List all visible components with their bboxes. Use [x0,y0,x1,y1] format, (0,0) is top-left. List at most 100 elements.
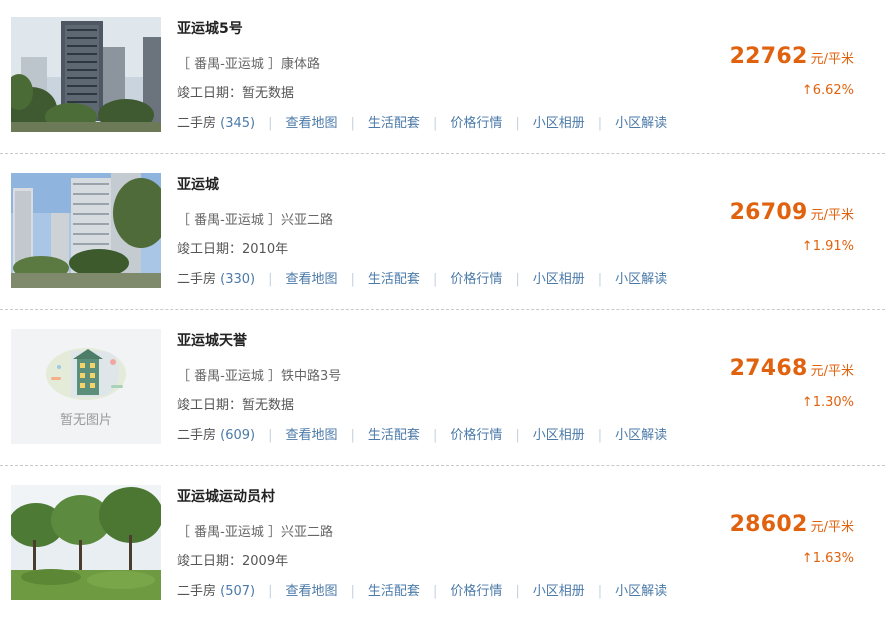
community-address: ［ 番禺-亚运城 ］康体路 [177,57,320,72]
price-unit: 元/平米 [810,520,854,535]
unit-price: 22762 元/平米 [730,44,854,69]
life-facilities-link[interactable]: 生活配套 [368,116,420,131]
secondhand-link[interactable]: 二手房 (609) [177,428,255,443]
community-links: 二手房 (609) | 查看地图 | 生活配套 | 价格行情 | 小区相册 | 小区解读 [177,424,667,443]
listing-photo[interactable]: 暂无图片 [11,329,161,444]
price-change: ↑6.62% [801,83,854,98]
price-trend-link[interactable]: 价格行情 [450,428,502,443]
link-separator: | [432,584,438,599]
link-separator: | [268,584,273,599]
price-change: ↑1.30% [801,395,854,410]
secondhand-count: (330) [220,272,256,287]
completion-date: 竣工日期：暂无数据 [177,398,295,413]
link-separator: | [268,116,273,131]
price-unit: 元/平米 [810,364,854,379]
link-separator: | [268,272,273,287]
secondhand-label: 二手房 [177,116,217,131]
listing-photo[interactable] [11,485,161,600]
completion-date: 竣工日期：暂无数据 [177,86,295,101]
link-separator: | [432,116,438,131]
price-value: 26709 [729,200,808,225]
community-links: 二手房 (345) | 查看地图 | 生活配套 | 价格行情 | 小区相册 | 小区解读 [177,112,667,131]
album-link[interactable]: 小区相册 [533,272,585,287]
album-link[interactable]: 小区相册 [533,116,585,131]
listing-row: 亚运城5号 ［ 番禺-亚运城 ］康体路 竣工日期：暂无数据 二手房 (345) |… [0,0,885,156]
analysis-link[interactable]: 小区解读 [615,584,667,599]
life-facilities-link[interactable]: 生活配套 [368,428,420,443]
listing-row: 亚运城运动员村 ［ 番禺-亚运城 ］兴亚二路 竣工日期：2009年 二手房 (5… [0,468,885,624]
price-trend-link[interactable]: 价格行情 [450,272,502,287]
link-separator: | [597,584,603,599]
price-change: ↑1.63% [801,551,854,566]
price-unit: 元/平米 [810,208,854,223]
price-value: 28602 [729,512,808,537]
view-map-link[interactable]: 查看地图 [286,272,338,287]
link-separator: | [350,116,355,131]
unit-price: 28602 元/平米 [730,512,854,537]
unit-price: 27468 元/平米 [730,356,854,381]
price-value: 22762 [729,44,808,69]
listing-photo[interactable] [11,17,161,132]
analysis-link[interactable]: 小区解读 [615,272,667,287]
link-separator: | [515,428,520,443]
unit-price: 26709 元/平米 [730,200,854,225]
secondhand-count: (507) [220,584,256,599]
row-divider [0,465,885,466]
album-link[interactable]: 小区相册 [533,584,585,599]
link-separator: | [350,272,355,287]
link-separator: | [268,428,273,443]
community-name[interactable]: 亚运城5号 [177,18,243,38]
view-map-link[interactable]: 查看地图 [286,116,338,131]
price-change: ↑1.91% [801,239,854,254]
link-separator: | [350,428,355,443]
building-photo-image [11,17,161,132]
community-links: 二手房 (507) | 查看地图 | 生活配套 | 价格行情 | 小区相册 | 小区解读 [177,580,667,599]
price-unit: 元/平米 [810,52,854,67]
secondhand-count: (345) [220,116,256,131]
no-image-text: 暂无图片 [59,413,112,428]
community-address: ［ 番禺-亚运城 ］兴亚二路 [177,213,333,228]
link-separator: | [515,272,520,287]
community-name[interactable]: 亚运城运动员村 [177,486,275,506]
link-separator: | [432,428,438,443]
secondhand-label: 二手房 [177,584,217,599]
link-separator: | [515,584,520,599]
listing-photo[interactable] [11,173,161,288]
completion-date: 竣工日期：2009年 [177,554,289,569]
listing-row: 暂无图片 亚运城天誉 ［ 番禺-亚运城 ］铁中路3号 竣工日期：暂无数据 二手房… [0,312,885,468]
trees-photo-image [11,485,161,600]
secondhand-label: 二手房 [177,272,217,287]
community-name[interactable]: 亚运城天誉 [177,330,247,350]
link-separator: | [432,272,438,287]
community-links: 二手房 (330) | 查看地图 | 生活配套 | 价格行情 | 小区相册 | 小区解读 [177,268,667,287]
row-divider [0,309,885,310]
secondhand-link[interactable]: 二手房 (345) [177,116,255,131]
building-photo-image [11,173,161,288]
link-separator: | [350,584,355,599]
link-separator: | [597,272,603,287]
secondhand-count: (609) [220,428,256,443]
community-address: ［ 番禺-亚运城 ］兴亚二路 [177,525,333,540]
secondhand-label: 二手房 [177,428,217,443]
price-trend-link[interactable]: 价格行情 [450,116,502,131]
view-map-link[interactable]: 查看地图 [286,584,338,599]
link-separator: | [515,116,520,131]
life-facilities-link[interactable]: 生活配套 [368,272,420,287]
link-separator: | [597,428,603,443]
link-separator: | [597,116,603,131]
price-trend-link[interactable]: 价格行情 [450,584,502,599]
community-name[interactable]: 亚运城 [177,174,219,194]
life-facilities-link[interactable]: 生活配套 [368,584,420,599]
analysis-link[interactable]: 小区解读 [615,428,667,443]
album-link[interactable]: 小区相册 [533,428,585,443]
community-address: ［ 番禺-亚运城 ］铁中路3号 [177,369,342,384]
view-map-link[interactable]: 查看地图 [286,428,338,443]
completion-date: 竣工日期：2010年 [177,242,289,257]
community-list: 亚运城5号 ［ 番禺-亚运城 ］康体路 竣工日期：暂无数据 二手房 (345) |… [0,0,885,624]
price-value: 27468 [729,356,808,381]
row-divider [0,153,885,154]
analysis-link[interactable]: 小区解读 [615,116,667,131]
listing-row: 亚运城 ［ 番禺-亚运城 ］兴亚二路 竣工日期：2010年 二手房 (330) |… [0,156,885,312]
secondhand-link[interactable]: 二手房 (330) [177,272,255,287]
secondhand-link[interactable]: 二手房 (507) [177,584,255,599]
